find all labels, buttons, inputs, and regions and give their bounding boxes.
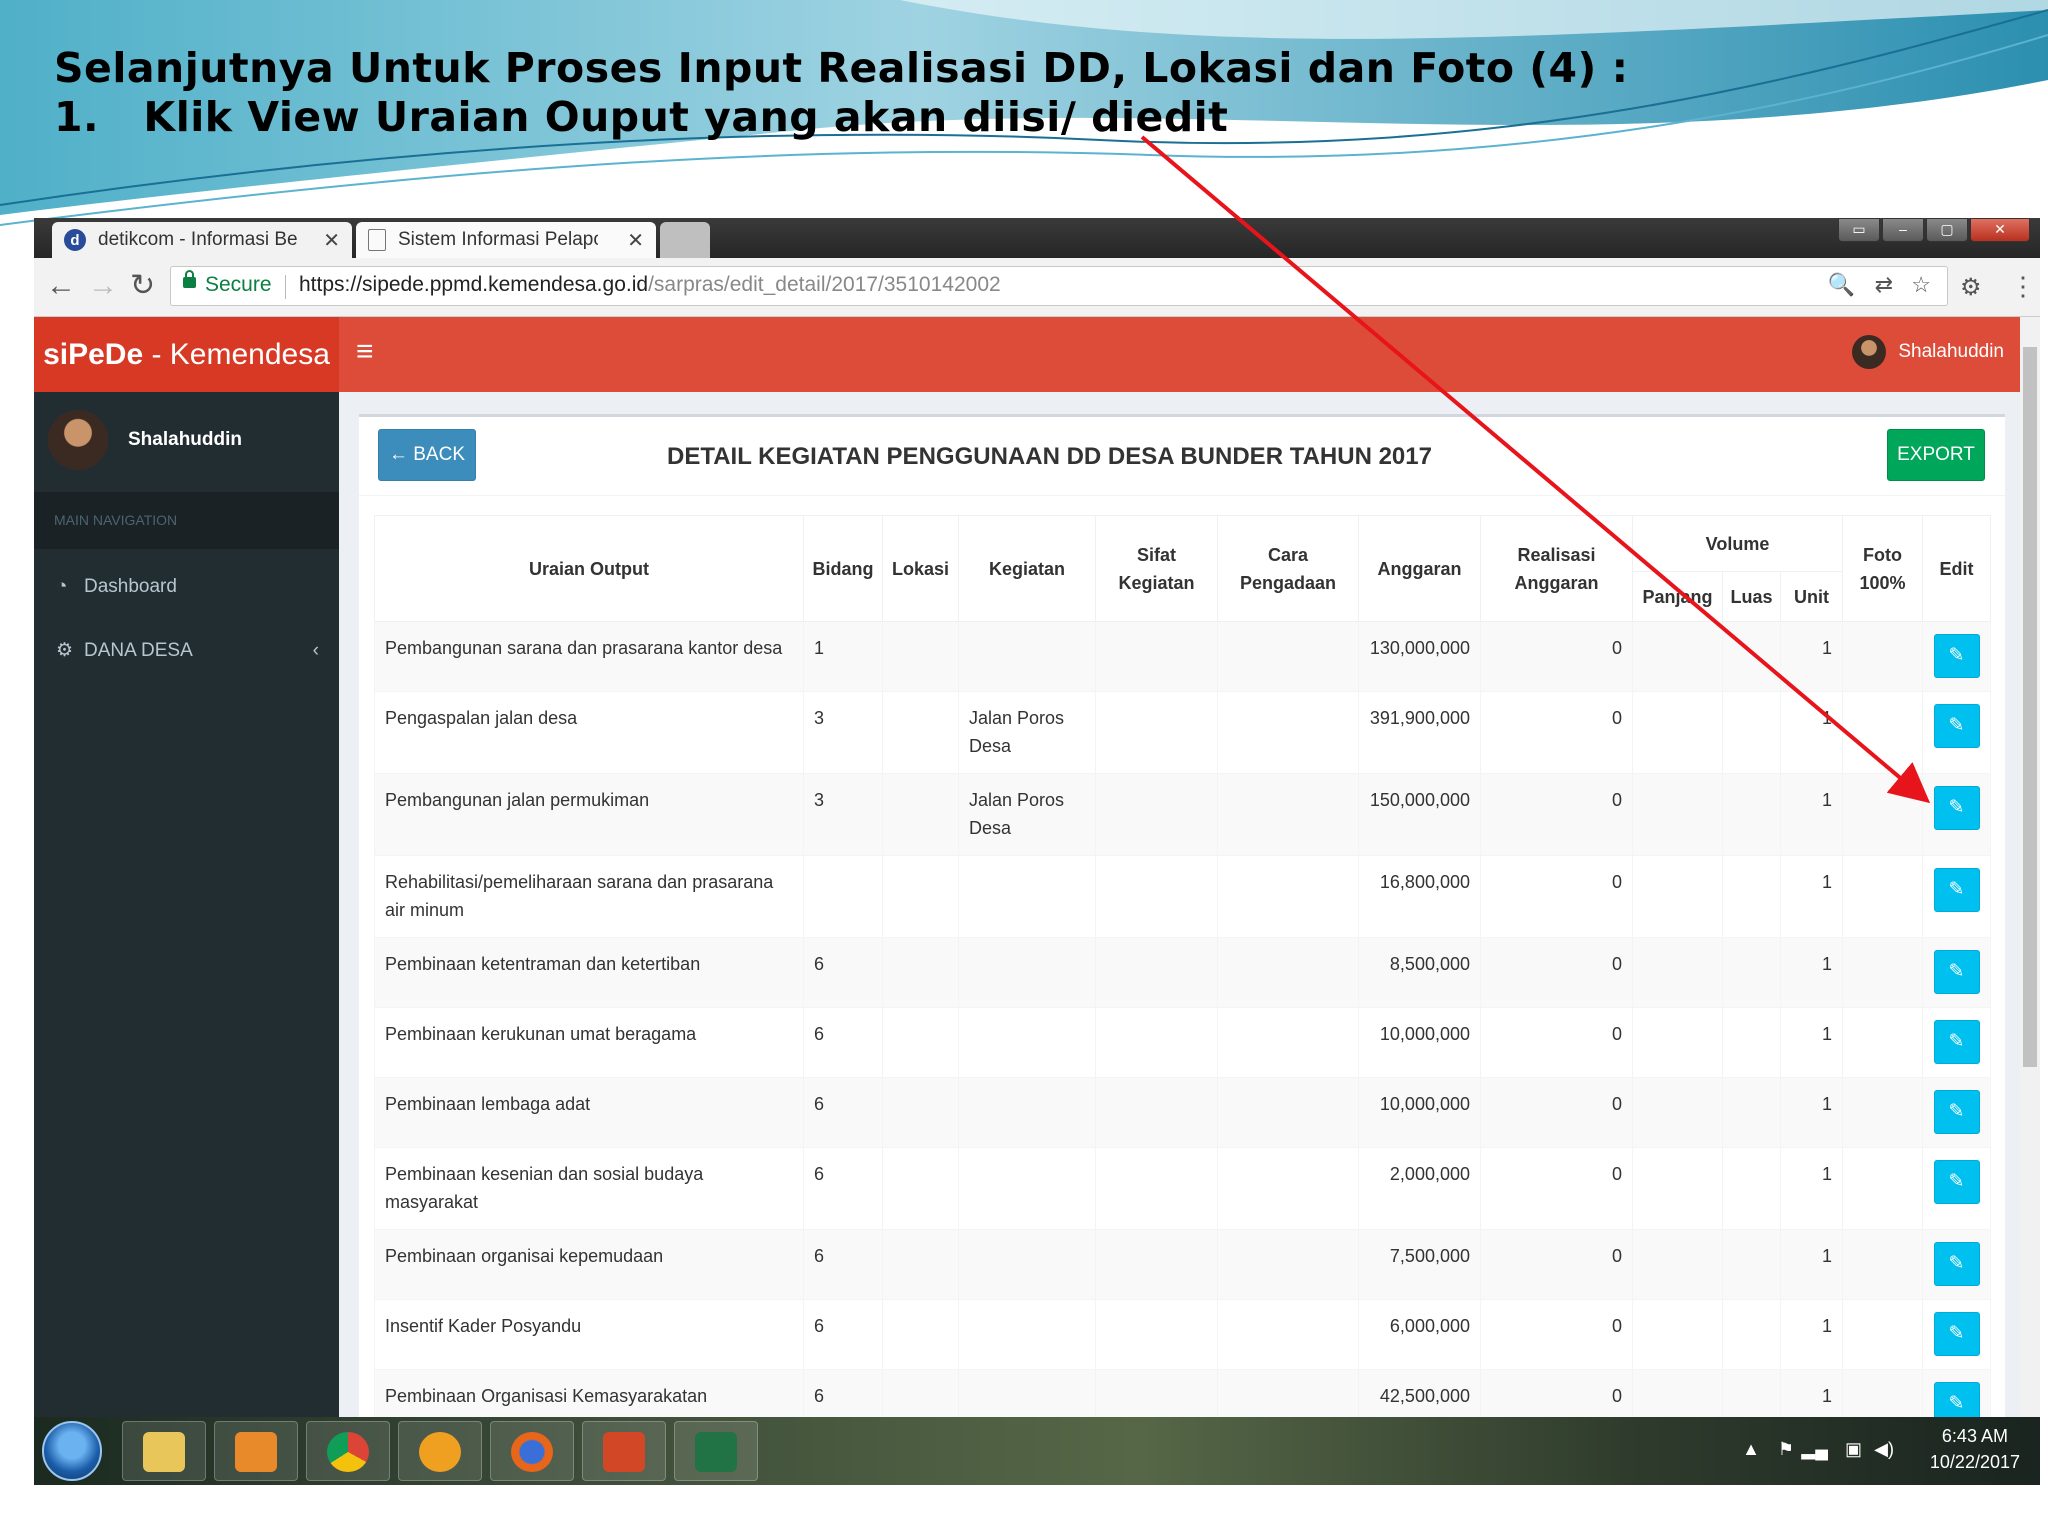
annotation-arrow [1140, 135, 1931, 804]
